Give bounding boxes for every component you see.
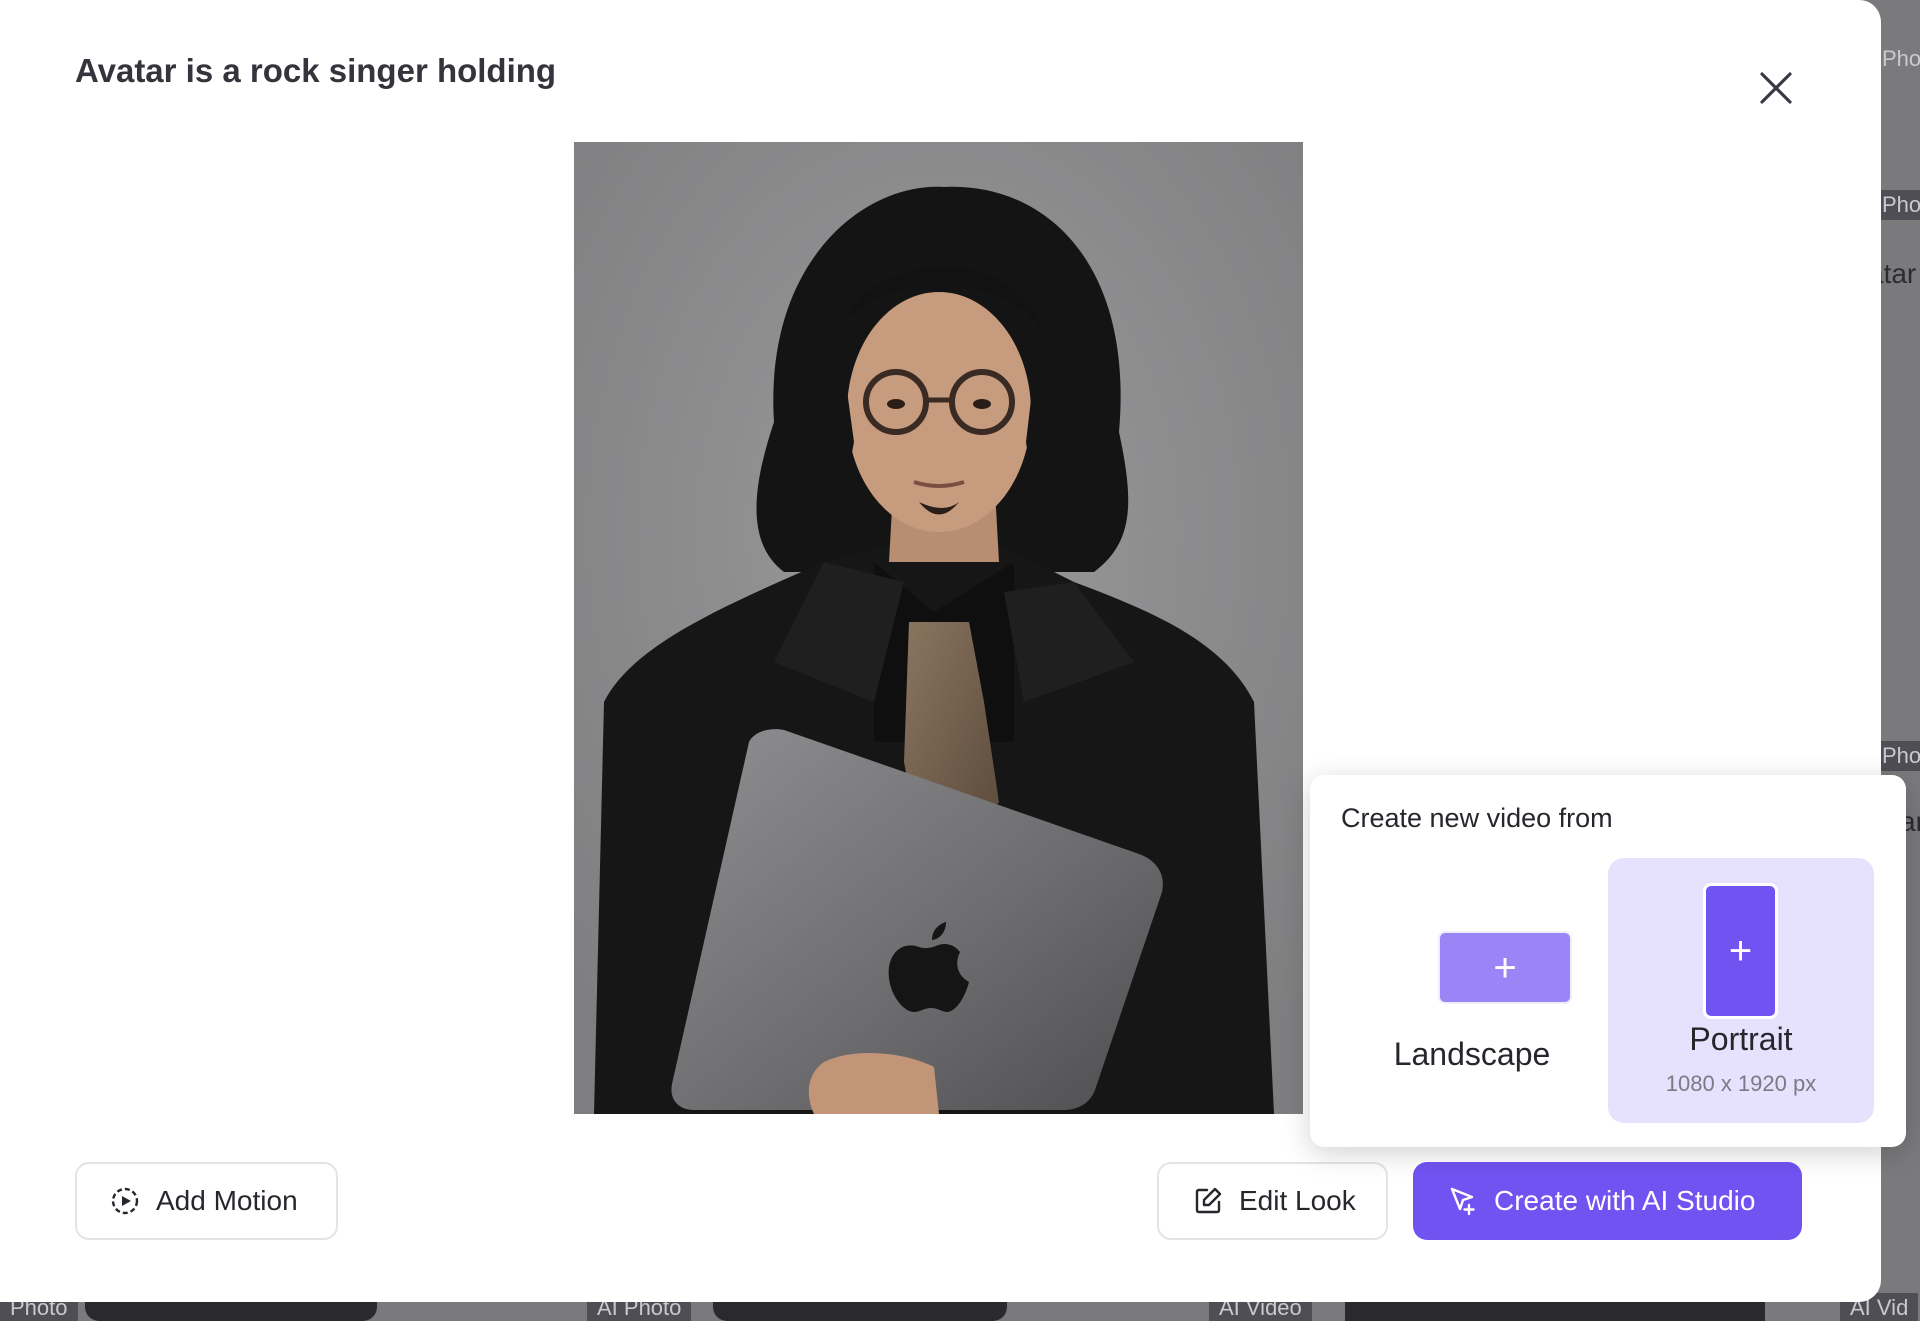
portrait-label: Portrait (1689, 1021, 1793, 1057)
background-thumbnail (1345, 1300, 1765, 1321)
avatar-photo (574, 142, 1303, 1114)
create-video-popover: Create new video from + Landscape + Port… (1310, 775, 1906, 1147)
close-button[interactable] (1752, 64, 1800, 112)
popover-title: Create new video from (1341, 803, 1613, 833)
edit-look-button[interactable]: Edit Look (1157, 1162, 1388, 1240)
portrait-thumbnail: + (1706, 886, 1775, 1016)
landscape-option[interactable]: + Landscape (1339, 858, 1605, 1123)
motion-play-icon (110, 1186, 140, 1216)
background-thumbnail (713, 1300, 1007, 1321)
add-motion-label: Add Motion (156, 1185, 298, 1216)
landscape-thumbnail: + (1440, 933, 1570, 1002)
close-icon (1760, 72, 1792, 104)
create-with-ai-studio-button[interactable]: Create with AI Studio (1413, 1162, 1802, 1240)
create-with-ai-studio-label: Create with AI Studio (1494, 1185, 1756, 1216)
modal-title: Avatar is a rock singer holding (75, 52, 557, 89)
edit-icon (1193, 1186, 1223, 1216)
landscape-label: Landscape (1393, 1036, 1551, 1072)
portrait-option[interactable]: + Portrait 1080 x 1920 px (1608, 858, 1874, 1123)
background-thumbnail (85, 1300, 377, 1321)
plus-icon: + (1728, 929, 1753, 973)
cursor-plus-icon (1448, 1186, 1478, 1216)
plus-icon: + (1493, 945, 1517, 990)
portrait-dimensions: 1080 x 1920 px (1665, 1071, 1817, 1096)
add-motion-button[interactable]: Add Motion (75, 1162, 338, 1240)
edit-look-label: Edit Look (1239, 1185, 1356, 1216)
